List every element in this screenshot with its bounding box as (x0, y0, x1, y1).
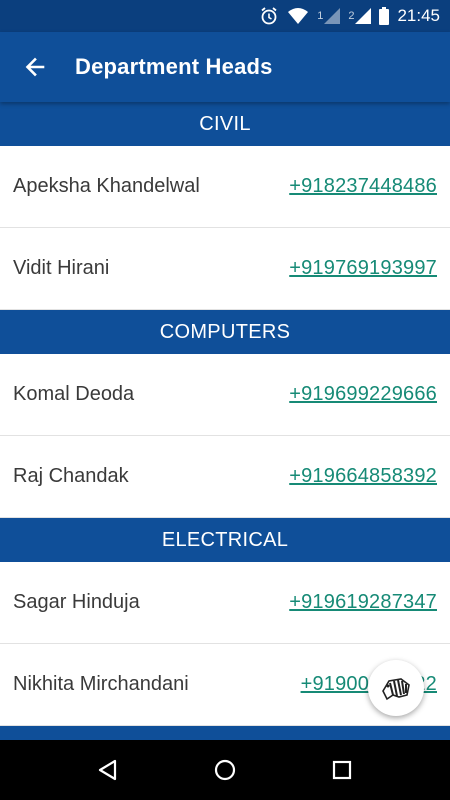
contact-row[interactable]: Sagar Hinduja +919619287347 (0, 562, 450, 644)
back-button[interactable] (15, 47, 55, 87)
section-header-electronics: ELECTRONICS (0, 726, 450, 740)
signal-icon (324, 8, 341, 24)
contact-name: Komal Deoda (13, 383, 135, 405)
contact-name: Apeksha Khandelwal (13, 175, 200, 197)
contact-row[interactable]: Komal Deoda +919699229666 (0, 354, 450, 436)
zebra-logo-icon (382, 678, 410, 701)
phone-link[interactable]: +919769193997 (289, 257, 437, 280)
phone-link[interactable]: +918237448486 (289, 175, 437, 198)
contact-name: Sagar Hinduja (13, 591, 140, 613)
wifi-icon (287, 7, 309, 25)
phone-link[interactable]: +919699229666 (289, 383, 437, 406)
contact-name: Raj Chandak (13, 465, 129, 487)
clock: 21:45 (397, 6, 440, 25)
phone-link[interactable]: +919619287347 (289, 591, 437, 614)
contact-row[interactable]: Raj Chandak +919664858392 (0, 436, 450, 518)
contact-row[interactable]: Vidit Hirani +919769193997 (0, 228, 450, 310)
app-bar: Department Heads (0, 32, 450, 102)
nav-recents-button[interactable] (312, 740, 372, 800)
sim2-label: 2 (348, 10, 355, 22)
page-title: Department Heads (75, 54, 273, 79)
nav-back-button[interactable] (78, 740, 138, 800)
nav-home-button[interactable] (195, 740, 255, 800)
arrow-left-icon (25, 57, 45, 77)
contact-name: Nikhita Mirchandani (13, 673, 189, 695)
floating-action-button[interactable] (368, 660, 424, 716)
signal-icon (355, 8, 372, 24)
sim1-label: 1 (317, 10, 324, 22)
system-nav-bar (0, 740, 450, 800)
alarm-icon (259, 6, 279, 26)
home-circle-icon (214, 759, 236, 781)
recents-square-icon (332, 760, 351, 780)
sim1-signal: 1 (317, 8, 341, 24)
department-list[interactable]: CIVIL Apeksha Khandelwal +918237448486 V… (0, 102, 450, 740)
status-bar: 1 2 21:45 (0, 0, 450, 32)
battery-icon (379, 7, 390, 25)
contact-row[interactable]: Apeksha Khandelwal +918237448486 (0, 146, 450, 228)
sim2-signal: 2 (348, 8, 372, 24)
contact-name: Vidit Hirani (13, 257, 110, 279)
phone-link[interactable]: +919664858392 (289, 465, 437, 488)
back-triangle-icon (99, 759, 117, 781)
section-header-civil: CIVIL (0, 102, 450, 146)
section-header-computers: COMPUTERS (0, 310, 450, 354)
section-header-electrical: ELECTRICAL (0, 518, 450, 562)
